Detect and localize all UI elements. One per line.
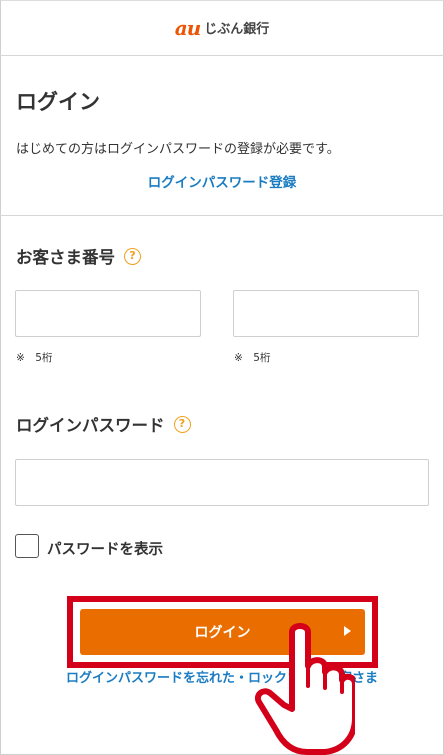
question-circle-icon[interactable]: ? <box>173 415 191 433</box>
header: au じぶん銀行 <box>0 0 444 56</box>
question-circle-icon[interactable]: ? <box>124 247 141 265</box>
page-title: ログイン <box>16 90 100 114</box>
password-label: ログインパスワード ? <box>16 412 191 436</box>
register-password-link[interactable]: ログインパスワード登録 <box>0 171 444 191</box>
brand-name: じぶん銀行 <box>204 22 270 37</box>
password-label-text: ログインパスワード <box>16 416 165 435</box>
pointing-hand-icon <box>255 623 355 755</box>
customer-number-hint-2: ※ 5桁 <box>234 352 271 364</box>
customer-number-field-2[interactable] <box>233 290 419 337</box>
customer-number-field-1[interactable] <box>15 290 201 337</box>
section-divider <box>0 215 444 216</box>
forgot-password-link[interactable]: ログインパスワードを忘れた・ロックされたお客さま <box>0 667 444 686</box>
brand-mark: au <box>174 15 201 40</box>
customer-number-hint-1: ※ 5桁 <box>16 352 53 364</box>
customer-number-label-text: お客さま番号 <box>16 248 115 267</box>
password-field[interactable] <box>15 459 429 506</box>
login-button-label: ログイン <box>194 625 251 641</box>
brand-logo: au じぶん銀行 <box>175 16 270 40</box>
first-time-notice: はじめての方はログインパスワードの登録が必要です。 <box>16 142 340 157</box>
show-password-checkbox[interactable] <box>15 534 39 558</box>
show-password-label[interactable]: パスワードを表示 <box>47 538 163 559</box>
customer-number-label: お客さま番号 ? <box>16 244 141 268</box>
